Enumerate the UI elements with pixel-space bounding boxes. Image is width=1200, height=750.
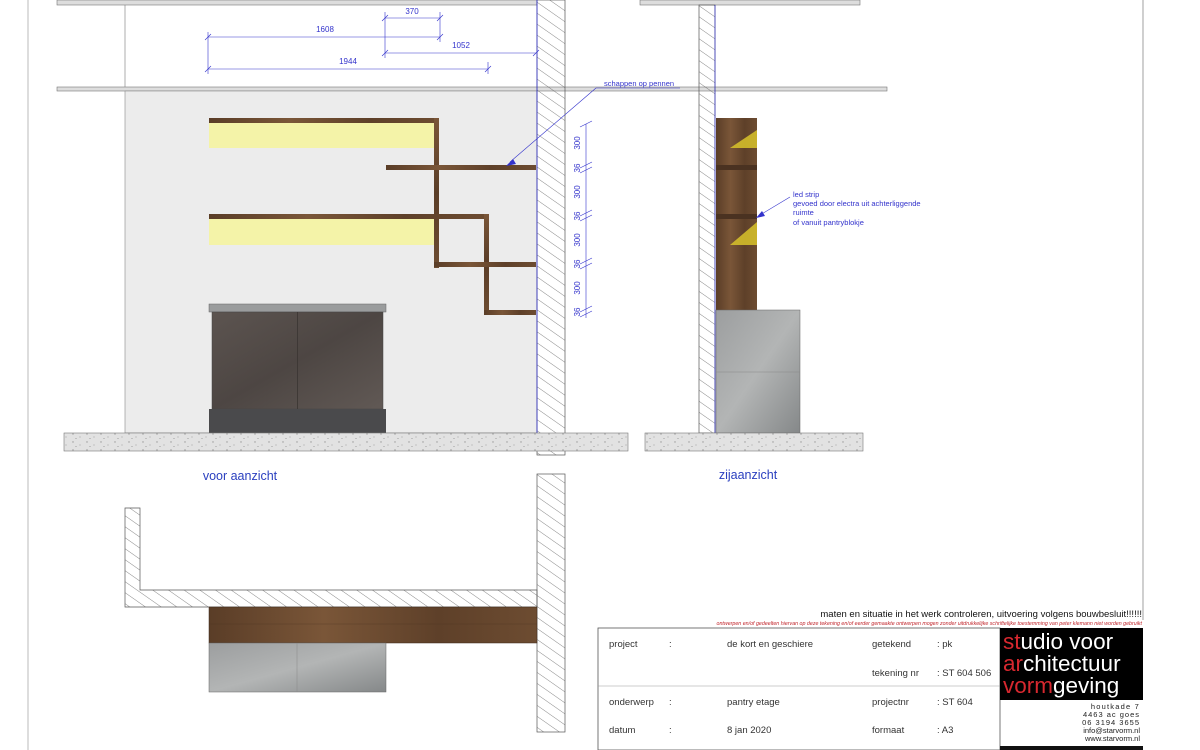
led-annotation-line: ruimte (793, 208, 814, 217)
ceiling-slab-upper (56, 0, 538, 6)
plan-wall (124, 507, 538, 608)
hatched-wall-side (698, 4, 716, 434)
led-annotation-line: of vanuit pantryblokje (793, 218, 864, 227)
tb-value: pantry etage (727, 697, 780, 708)
plan-counter (208, 642, 387, 693)
site-check-warning: maten en situatie in het werk controlere… (820, 609, 1142, 620)
tb-value: : ST 604 (937, 697, 973, 708)
dimension-label: 300 (573, 233, 582, 247)
logo-line: vormgeving (1003, 673, 1119, 698)
dimension-label: 36 (573, 211, 582, 220)
tb-value: 8 jan 2020 (727, 725, 771, 736)
tb-label: tekening nr (872, 668, 919, 679)
led-annotation-line: led strip (793, 190, 819, 199)
led-glow-bottom (209, 219, 435, 245)
pantry-cabinet (208, 303, 387, 433)
tb-label: project (609, 639, 638, 650)
title-block: project : de kort en geschiere getekend … (597, 627, 1001, 750)
floor-slab-front (63, 432, 629, 452)
tb-label: formaat (872, 725, 905, 736)
address-line: www.starvorm.nl (1084, 734, 1140, 743)
led-annotation-line: gevoed door electra uit achterliggende (793, 199, 921, 208)
dimension-label: 370 (405, 7, 419, 16)
front-view-label: voor aanzicht (203, 469, 278, 483)
side-view-label: zijaanzicht (719, 468, 778, 482)
shelf-side-column (716, 118, 757, 310)
plan-view (124, 473, 566, 733)
tb-label: datum (609, 725, 635, 736)
tb-label: projectnr (872, 697, 909, 708)
led-glow-top (209, 122, 435, 148)
dimension-label: 1608 (316, 25, 334, 34)
plan-shelf (208, 606, 538, 644)
dimension-label: 36 (573, 163, 582, 172)
tb-label: onderwerp (609, 697, 654, 708)
drawing-sheet: 370 1608 1052 1944 300 36 300 36 300 36 … (27, 0, 1144, 750)
side-view: led strip gevoed door electra uit achter… (639, 0, 921, 482)
tb-value: : ST 604 506 (937, 668, 991, 679)
dimension-label: 36 (573, 259, 582, 268)
tb-label: getekend (872, 639, 911, 650)
dimension-label: 1052 (452, 41, 470, 50)
studio-logo: studio voor architectuur vormgeving hout… (1000, 628, 1143, 750)
concrete-block (715, 309, 801, 434)
dimension-label: 1944 (339, 57, 357, 66)
tb-colon: : (669, 725, 672, 736)
hatched-wall (536, 0, 566, 456)
dimension-label: 300 (573, 281, 582, 295)
ceiling-slab-side (639, 0, 861, 6)
tb-colon: : (669, 639, 672, 650)
tb-value: de kort en geschiere (727, 639, 813, 650)
dimension-label: 300 (573, 136, 582, 150)
top-dimensions (204, 12, 540, 74)
dimension-label: 36 (573, 307, 582, 316)
tb-colon: : (669, 697, 672, 708)
floor-slab-side (644, 432, 864, 452)
logo-barcode-strip (1000, 746, 1143, 750)
tb-value: : pk (937, 639, 953, 650)
plan-hatched-wall (536, 473, 566, 733)
ceiling-slab (56, 86, 888, 92)
tb-value: : A3 (937, 725, 953, 736)
dimension-label: 300 (573, 185, 582, 199)
shelves-annotation: schappen op pennen (604, 79, 674, 88)
copyright-notice: ontwerpen en/of gedeelten hiervan op dez… (717, 621, 1143, 627)
